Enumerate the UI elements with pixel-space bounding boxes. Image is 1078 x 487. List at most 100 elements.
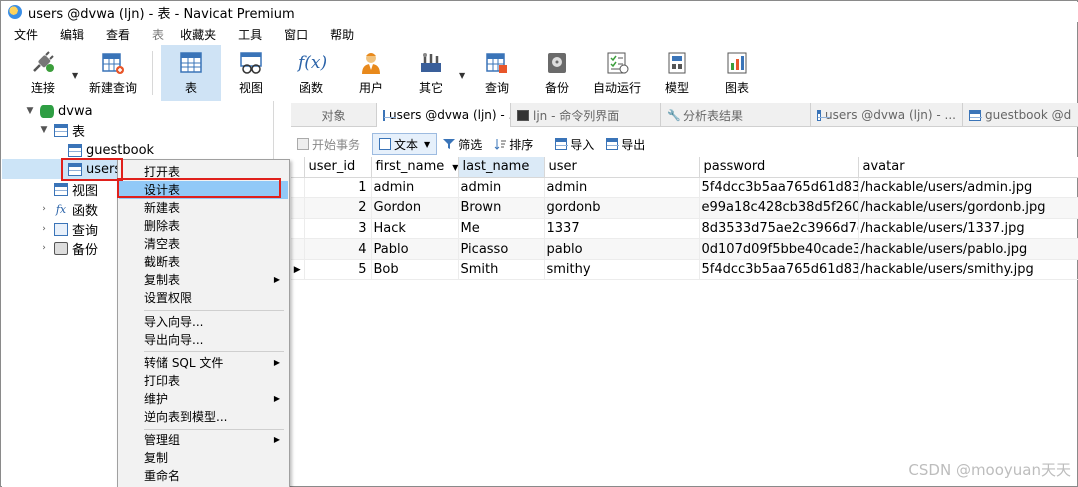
menu-window[interactable]: 窗口 <box>272 26 318 43</box>
cell-last-name[interactable]: Smith <box>458 259 545 281</box>
menu-item-design-table[interactable]: 设计表 <box>119 181 288 199</box>
menu-file[interactable]: 文件 <box>2 26 48 43</box>
cell-last-name[interactable]: Brown <box>458 197 545 219</box>
cell-avatar[interactable]: /hackable/users/pablo.jpg <box>858 238 1078 260</box>
cell-first-name[interactable]: Hack <box>371 218 459 240</box>
filter-button[interactable]: 筛选 <box>437 133 488 155</box>
cell-password[interactable]: 8d3533d75ae2c3966d7e0 <box>699 218 859 240</box>
menu-view[interactable]: 查看 <box>94 26 140 43</box>
cell-user-id[interactable]: 2 <box>304 197 372 219</box>
tab-objects[interactable]: 对象 <box>291 103 377 127</box>
cell-password[interactable]: 5f4dcc3b5aa765d61d8327 <box>699 177 859 199</box>
cell-user[interactable]: gordonb <box>544 197 700 219</box>
cell-user-id[interactable]: 4 <box>304 238 372 260</box>
tree-table-guestbook[interactable]: guestbook <box>2 140 274 160</box>
cell-password[interactable]: 5f4dcc3b5aa765d61d8327 <box>699 259 859 281</box>
cell-user-id[interactable]: 5 <box>304 259 372 281</box>
cell-last-name[interactable]: admin <box>458 177 545 199</box>
cell-avatar[interactable]: /hackable/users/gordonb.jpg <box>858 197 1078 219</box>
menu-item-import-wizard[interactable]: 导入向导... <box>119 313 288 331</box>
chevron-down-icon[interactable]: ▼ <box>38 125 50 135</box>
column-header-password[interactable]: password <box>699 157 859 178</box>
table-row[interactable]: 2 Gordon Brown gordonb e99a18c428cb38d5f… <box>291 197 1078 219</box>
table-row[interactable]: 4 Pablo Picasso pablo 0d107d09f5bbe40cad… <box>291 238 1078 260</box>
menu-item-export-wizard[interactable]: 导出向导... <box>119 331 288 349</box>
column-header-avatar[interactable]: avatar <box>858 157 1078 178</box>
query-button[interactable]: 查询 <box>467 45 527 101</box>
column-header-user-id[interactable]: user_id <box>304 157 372 178</box>
auto-run-button[interactable]: 自动运行 <box>587 45 647 101</box>
menu-item-print-table[interactable]: 打印表 <box>119 372 288 390</box>
tab-analyze-results[interactable]: 🔧 分析表结果 <box>661 103 811 127</box>
other-dropdown-icon[interactable]: ▼ <box>459 71 465 80</box>
cell-first-name[interactable]: Bob <box>371 259 459 281</box>
connect-button[interactable]: ▼ 连接 <box>16 45 78 101</box>
view-button[interactable]: 视图 <box>221 45 281 101</box>
cell-password[interactable]: 0d107d09f5bbe40cade3d <box>699 238 859 260</box>
table-button[interactable]: 表 <box>161 45 221 101</box>
menu-item-copy-table[interactable]: 复制表 ▶ <box>119 271 288 289</box>
cell-user[interactable]: smithy <box>544 259 700 281</box>
cell-first-name[interactable]: Pablo <box>371 238 459 260</box>
cell-avatar[interactable]: /hackable/users/1337.jpg <box>858 218 1078 240</box>
connect-dropdown-icon[interactable]: ▼ <box>72 71 78 80</box>
column-header-first-name[interactable]: first_name ▼ <box>371 157 459 178</box>
table-row[interactable]: 3 Hack Me 1337 8d3533d75ae2c3966d7e0 /ha… <box>291 218 1078 240</box>
menu-item-copy[interactable]: 复制 <box>119 449 288 467</box>
menu-item-open-table[interactable]: 打开表 <box>119 163 288 181</box>
menu-help[interactable]: 帮助 <box>318 26 364 43</box>
menu-item-empty-table[interactable]: 清空表 <box>119 235 288 253</box>
text-view-button[interactable]: 文本 ▼ <box>372 133 438 155</box>
export-button[interactable]: 导出 <box>600 133 651 155</box>
user-button[interactable]: 用户 <box>341 45 401 101</box>
chevron-right-icon[interactable]: › <box>38 243 50 253</box>
cell-last-name[interactable]: Picasso <box>458 238 545 260</box>
menu-item-manage-group[interactable]: 管理组 ▶ <box>119 431 288 449</box>
menu-item-reverse-to-model[interactable]: 逆向表到模型... <box>119 408 288 426</box>
model-button[interactable]: 模型 <box>647 45 707 101</box>
cell-user[interactable]: admin <box>544 177 700 199</box>
menu-item-new-table[interactable]: 新建表 <box>119 199 288 217</box>
table-row[interactable]: 1 admin admin admin 5f4dcc3b5aa765d61d83… <box>291 177 1078 199</box>
sort-button[interactable]: 排序 <box>488 133 539 155</box>
cell-first-name[interactable]: admin <box>371 177 459 199</box>
menu-favorites[interactable]: 收藏夹 <box>168 26 226 43</box>
cell-user-id[interactable]: 3 <box>304 218 372 240</box>
cell-password[interactable]: e99a18c428cb38d5f26085 <box>699 197 859 219</box>
cell-user[interactable]: 1337 <box>544 218 700 240</box>
menu-item-set-permissions[interactable]: 设置权限 <box>119 289 288 307</box>
tab-command-line[interactable]: ljn - 命令列界面 <box>511 103 661 127</box>
chevron-right-icon[interactable]: › <box>38 204 50 214</box>
menu-item-delete-table[interactable]: 删除表 <box>119 217 288 235</box>
other-button[interactable]: ▼ 其它 <box>401 45 465 101</box>
menu-item-maintain[interactable]: 维护 ▶ <box>119 390 288 408</box>
tab-users-table[interactable]: users @dvwa (ljn) - ... <box>377 103 511 127</box>
column-header-last-name[interactable]: last_name <box>458 157 545 178</box>
cell-last-name[interactable]: Me <box>458 218 545 240</box>
menu-table[interactable]: 表 <box>140 26 168 43</box>
cell-first-name[interactable]: Gordon <box>371 197 459 219</box>
tab-guestbook[interactable]: guestbook @d <box>963 103 1078 127</box>
chart-button[interactable]: 图表 <box>707 45 767 101</box>
backup-button[interactable]: 备份 <box>527 45 587 101</box>
menu-edit[interactable]: 编辑 <box>48 26 94 43</box>
column-header-user[interactable]: user <box>544 157 700 178</box>
cell-avatar[interactable]: /hackable/users/admin.jpg <box>858 177 1078 199</box>
menu-tools[interactable]: 工具 <box>226 26 272 43</box>
menu-item-rename[interactable]: 重命名 <box>119 467 288 485</box>
tree-tables-folder[interactable]: ▼ 表 <box>2 120 274 140</box>
new-query-button[interactable]: 新建查询 <box>82 45 144 101</box>
begin-transaction-button[interactable]: 开始事务 <box>291 133 366 155</box>
cell-avatar[interactable]: /hackable/users/smithy.jpg <box>858 259 1078 281</box>
chevron-down-icon[interactable]: ▼ <box>24 106 36 116</box>
tree-db-dvwa[interactable]: ▼ dvwa <box>2 101 274 121</box>
import-button[interactable]: 导入 <box>549 133 600 155</box>
chevron-right-icon[interactable]: › <box>38 224 50 234</box>
function-button[interactable]: f(x) 函数 <box>281 45 341 101</box>
menu-item-dump-sql[interactable]: 转储 SQL 文件 ▶ <box>119 354 288 372</box>
chevron-down-icon[interactable]: ▼ <box>424 140 430 149</box>
cell-user[interactable]: pablo <box>544 238 700 260</box>
menu-item-truncate-table[interactable]: 截断表 <box>119 253 288 271</box>
tab-users-table-2[interactable]: users @dvwa (ljn) - ... <box>811 103 963 127</box>
cell-user-id[interactable]: 1 <box>304 177 372 199</box>
